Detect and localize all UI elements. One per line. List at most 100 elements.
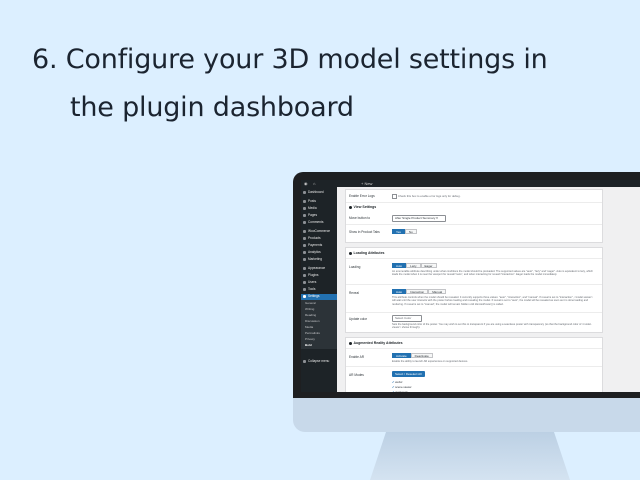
sidebar-item-posts[interactable]: Posts [303,199,337,205]
monitor-screen: ◉ ⌂ + New Dashboard Posts Media Pages Co… [301,180,640,392]
sidebar-item-plugins[interactable]: Plugins [303,273,337,279]
divider [346,348,602,349]
enable-ar-description: Enable the ability to launch AR experien… [392,360,468,363]
sidebar-item-label: Marketing [308,257,322,261]
step-heading: 6. Configure your 3D model settings in t… [32,36,622,132]
collapse-icon [303,359,306,363]
pin-icon [303,199,306,203]
sidebar-item-label: Tools [308,287,316,291]
reveal-option-manual[interactable]: Manual [428,289,447,294]
plugin-icon [303,273,306,277]
loading-options: Auto Lazy Eager [392,263,437,268]
enable-ar-activate[interactable]: Activate [392,353,411,358]
reveal-label: Reveal [349,291,359,295]
ar-mode-label: quick-look [395,390,408,392]
divider [346,258,602,259]
loading-option-auto[interactable]: Auto [392,263,407,268]
poster-color-input[interactable]: Select Color [392,315,422,322]
sidebar-item-users[interactable]: Users [303,280,337,286]
enable-ar-toggle: Activate Deactivate [392,353,433,358]
sidebar-item-label: WooCommerce [308,229,331,233]
sidebar-item-media[interactable]: Media [303,206,337,212]
megaphone-icon [303,257,306,261]
loading-description: An enumerable attribute describing under… [392,270,593,277]
collapse-menu-label: Collapse menu [308,359,330,363]
submenu-item-current[interactable]: Bold [301,343,337,349]
sidebar-item-products[interactable]: Products [303,236,337,242]
admin-bar-new[interactable]: + New [361,181,372,186]
show-in-product-tabs-toggle: Yes No [392,229,417,234]
loading-option-lazy[interactable]: Lazy [406,263,421,268]
brush-icon [303,266,306,270]
dashboard-icon [303,190,306,194]
page-icon [303,213,306,217]
enable-error-logs-label: Enable Error Logs [349,194,375,198]
enable-ar-label: Enable AR [349,355,365,359]
loading-attributes-panel: Loading Attributes Loading Auto Lazy Eag… [345,247,603,333]
home-icon[interactable]: ⌂ [313,181,315,186]
ar-mode-label: webxr [395,380,403,384]
monitor-stand [370,432,570,480]
loading-section-title-text: Loading Attributes [353,251,385,255]
sidebar-item-pages[interactable]: Pages [303,213,337,219]
move-button-label: Move button to [349,216,371,220]
sidebar-item-tools[interactable]: Tools [303,287,337,293]
enable-error-logs-checkbox[interactable] [392,194,397,199]
reveal-description: This attribute controls when the model s… [392,296,593,306]
loading-section-title: Loading Attributes [349,251,384,255]
move-button-select[interactable]: After Single Product Summary ▾ [392,215,446,222]
ar-section-title-text: Augmented Reality Attributes [353,341,403,345]
product-icon [303,236,306,240]
wordpress-logo-icon[interactable]: ◉ [304,181,308,186]
enable-ar-deactivate[interactable]: Deactivate [410,353,433,358]
sidebar-item-marketing[interactable]: Marketing [303,257,337,263]
sidebar-item-analytics[interactable]: Analytics [303,250,337,256]
enable-error-logs-desc: Check this box to enable error logs only… [398,194,461,198]
divider [346,284,602,285]
divider [346,202,602,203]
sidebar-item-label: Posts [308,199,316,203]
step-heading-line-1: 6. Configure your 3D model settings in [32,44,548,75]
toggle-option-yes[interactable]: Yes [392,229,405,234]
reveal-option-interaction[interactable]: Interaction [406,289,429,294]
sidebar-item-dashboard[interactable]: Dashboard [303,190,337,196]
step-heading-line-2: the plugin dashboard [70,92,354,123]
sidebar-item-label: Appearance [308,266,326,270]
sidebar-item-label: Plugins [308,273,319,277]
ar-section-title: Augmented Reality Attributes [349,341,403,345]
sidebar-item-appearance[interactable]: Appearance [303,266,337,272]
ar-mode-webxr[interactable]: ✔ webxr [392,380,403,384]
move-button-value: After Single Product Summary [395,216,436,220]
ar-modes-label: AR Modes [349,373,364,377]
payment-icon [303,243,306,247]
sidebar-item-comments[interactable]: Comments [303,220,337,226]
select-deselect-all-button[interactable]: Select / Deselect All [392,371,425,377]
toggle-option-no[interactable]: No [404,229,417,234]
ar-mode-scene-viewer[interactable]: ✔ scene-viewer [392,385,412,389]
loading-option-eager[interactable]: Eager [420,263,437,268]
checkmark-icon: ✔ [392,390,395,392]
ar-mode-quick-look[interactable]: ✔ quick-look [392,390,408,392]
woo-icon [303,229,306,233]
media-icon [303,206,306,210]
sidebar-item-label: Media [308,206,317,210]
sidebar-item-label: Dashboard [308,190,324,194]
reveal-option-auto[interactable]: Auto [392,289,407,294]
section-icon [349,251,352,255]
admin-sidebar: Dashboard Posts Media Pages Comments Woo… [301,187,337,392]
settings-content: Enable Error Logs Check this box to enab… [345,189,603,392]
ar-mode-label: scene-viewer [395,385,412,389]
show-in-product-tabs-label: Show in Product Tabs [349,230,380,234]
sidebar-item-payments[interactable]: Payments [303,243,337,249]
sidebar-item-woocommerce[interactable]: WooCommerce [303,229,337,235]
loading-label: Loading [349,265,361,269]
user-icon [303,280,306,284]
sidebar-item-label: Users [308,280,317,284]
sidebar-item-label: Settings [308,294,320,298]
sidebar-item-label: Comments [308,220,324,224]
collapse-menu-button[interactable]: Collapse menu [303,359,337,365]
section-icon [349,205,352,209]
checkmark-icon: ✔ [392,385,395,389]
monitor-bezel: ◉ ⌂ + New Dashboard Posts Media Pages Co… [293,172,640,398]
sidebar-item-label: Payments [308,243,323,247]
